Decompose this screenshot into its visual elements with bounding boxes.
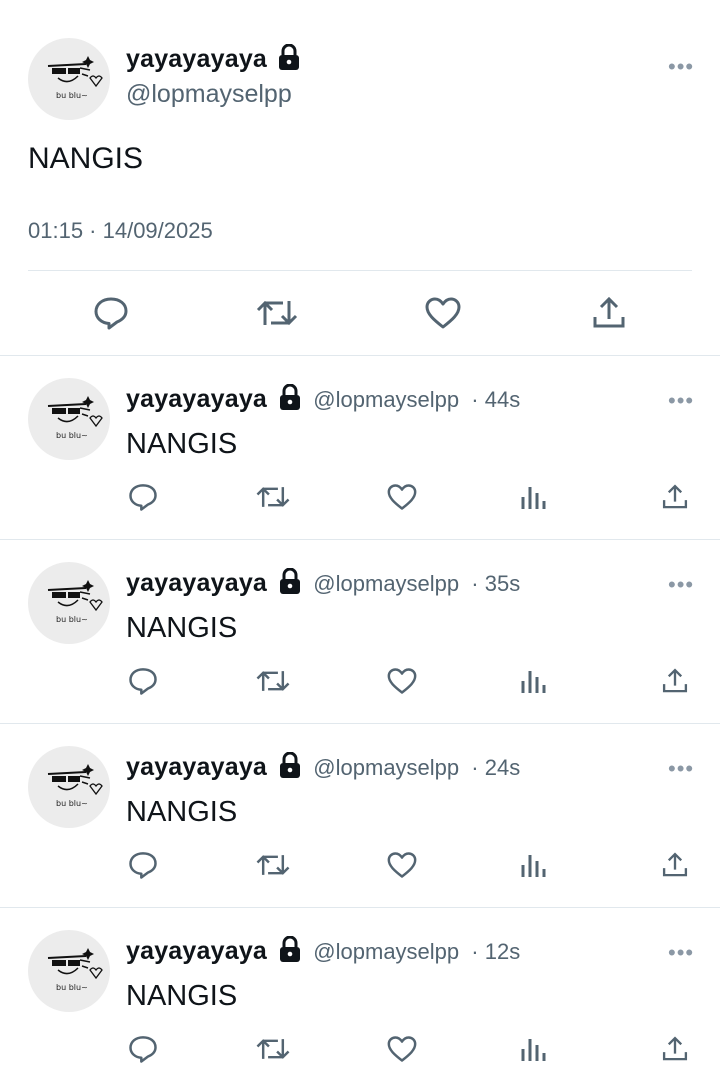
tweet-text: NANGIS <box>126 980 238 1012</box>
lock-icon <box>279 751 301 784</box>
share-icon[interactable] <box>658 848 692 882</box>
display-name[interactable]: yayayayaya <box>126 937 267 965</box>
retweet-icon[interactable] <box>254 1032 292 1066</box>
timestamp[interactable]: 01:15 · 14/09/2025 <box>28 218 213 244</box>
relative-time[interactable]: · 24s <box>471 755 520 780</box>
tweet-text: NANGIS <box>28 142 144 175</box>
reply-icon[interactable] <box>126 848 160 882</box>
lock-icon <box>279 383 301 416</box>
lock-icon <box>278 43 300 75</box>
reply-icon[interactable] <box>126 1032 160 1066</box>
share-icon[interactable] <box>588 292 630 334</box>
lock-icon <box>279 935 301 968</box>
reply-tweet[interactable]: bu blu~ yayayayaya @lopmayselpp · 12s ••… <box>0 908 720 1066</box>
views-icon[interactable] <box>516 848 550 882</box>
share-icon[interactable] <box>658 1032 692 1066</box>
views-icon[interactable] <box>516 1032 550 1066</box>
reply-icon[interactable] <box>90 292 132 334</box>
reply-tweet[interactable]: bu blu~ yayayayaya @lopmayselpp · 44s ••… <box>0 356 720 540</box>
relative-time[interactable]: · 44s <box>471 387 520 412</box>
retweet-icon[interactable] <box>254 848 292 882</box>
handle[interactable]: @lopmayselpp <box>313 939 459 964</box>
avatar-caption: bu blu~ <box>56 983 88 992</box>
views-icon[interactable] <box>516 664 550 698</box>
avatar-doodle-icon: bu blu~ <box>47 396 103 440</box>
avatar-caption: bu blu~ <box>56 431 88 440</box>
more-options-icon[interactable]: ••• <box>668 390 694 412</box>
reply-icon[interactable] <box>126 480 160 514</box>
retweet-icon[interactable] <box>254 664 292 698</box>
avatar-doodle-icon: bu blu~ <box>47 948 103 992</box>
more-options-icon[interactable]: ••• <box>668 56 694 78</box>
tweet-text: NANGIS <box>126 428 238 460</box>
reply-icon[interactable] <box>126 664 160 698</box>
more-options-icon[interactable]: ••• <box>668 942 694 964</box>
display-name[interactable]: yayayayaya <box>126 569 267 597</box>
avatar[interactable]: bu blu~ <box>28 378 110 460</box>
reply-tweet[interactable]: bu blu~ yayayayaya @lopmayselpp · 24s ••… <box>0 724 720 908</box>
more-options-icon[interactable]: ••• <box>668 574 694 596</box>
handle[interactable]: @lopmayselpp <box>313 571 459 596</box>
avatar[interactable]: bu blu~ <box>28 930 110 1012</box>
handle[interactable]: @lopmayselpp <box>126 80 292 109</box>
avatar-caption: bu blu~ <box>56 799 88 808</box>
display-name[interactable]: yayayayaya <box>126 45 267 73</box>
share-icon[interactable] <box>658 480 692 514</box>
avatar-doodle-icon: bu blu~ <box>47 764 103 808</box>
like-icon[interactable] <box>384 848 420 882</box>
tweet-text: NANGIS <box>126 612 238 644</box>
avatar-caption: bu blu~ <box>56 615 88 624</box>
retweet-icon[interactable] <box>254 292 300 334</box>
handle[interactable]: @lopmayselpp <box>313 387 459 412</box>
like-icon[interactable] <box>384 1032 420 1066</box>
more-options-icon[interactable]: ••• <box>668 758 694 780</box>
divider <box>28 270 692 271</box>
avatar-doodle-icon: bu blu~ <box>47 580 103 624</box>
like-icon[interactable] <box>384 664 420 698</box>
reply-tweet[interactable]: bu blu~ yayayayaya @lopmayselpp · 35s ••… <box>0 540 720 724</box>
avatar[interactable]: bu blu~ <box>28 562 110 644</box>
handle[interactable]: @lopmayselpp <box>313 755 459 780</box>
avatar-doodle-icon: bu blu~ <box>47 56 103 100</box>
like-icon[interactable] <box>384 480 420 514</box>
relative-time[interactable]: · 35s <box>471 571 520 596</box>
avatar-caption: bu blu~ <box>56 91 88 100</box>
avatar[interactable]: bu blu~ <box>28 38 110 120</box>
lock-icon <box>279 567 301 600</box>
views-icon[interactable] <box>516 480 550 514</box>
tweet-text: NANGIS <box>126 796 238 828</box>
share-icon[interactable] <box>658 664 692 698</box>
like-icon[interactable] <box>422 292 464 334</box>
avatar[interactable]: bu blu~ <box>28 746 110 828</box>
relative-time[interactable]: · 12s <box>471 939 520 964</box>
display-name[interactable]: yayayayaya <box>126 753 267 781</box>
retweet-icon[interactable] <box>254 480 292 514</box>
display-name[interactable]: yayayayaya <box>126 385 267 413</box>
